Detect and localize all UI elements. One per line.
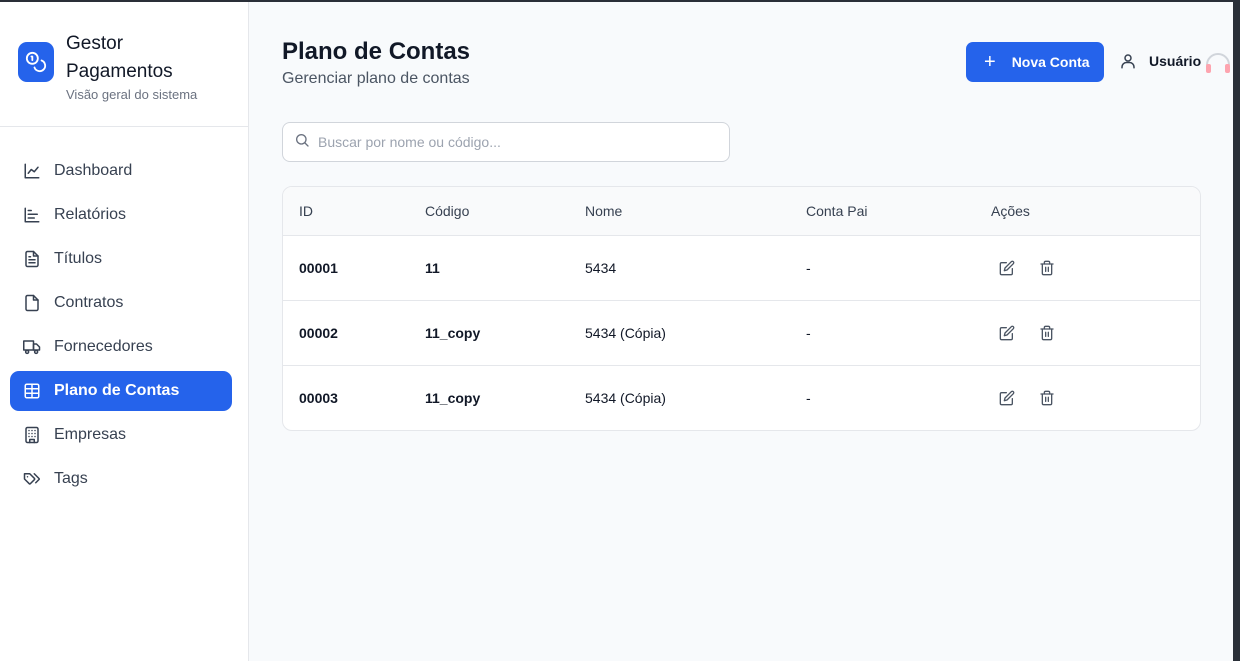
chart-line-icon xyxy=(22,161,42,181)
sidebar-item-label: Empresas xyxy=(54,426,127,443)
file-icon xyxy=(22,293,42,313)
column-header-id: ID xyxy=(299,203,313,219)
main-content: Plano de Contas Gerenciar plano de conta… xyxy=(249,2,1233,661)
sidebar-item-contratos[interactable]: Contratos xyxy=(10,283,232,323)
file-text-icon xyxy=(22,249,42,269)
truck-icon xyxy=(22,337,42,357)
coins-icon xyxy=(18,42,54,82)
table-header: ID Código Nome Conta Pai Ações xyxy=(283,187,1200,236)
sidebar-item-label: Fornecedores xyxy=(54,338,153,355)
new-account-button[interactable]: + Nova Conta xyxy=(966,42,1104,82)
sidebar-item-label: Dashboard xyxy=(54,162,133,179)
table-row: 00002 11_copy 5434 (Cópia) - xyxy=(283,301,1200,366)
sidebar: Gestor Pagamentos Visão geral do sistema… xyxy=(0,2,249,661)
table-row: 00003 11_copy 5434 (Cópia) - xyxy=(283,366,1200,430)
column-header-acoes: Ações xyxy=(991,203,1030,219)
page-title: Plano de Contas xyxy=(282,38,471,65)
trash-icon[interactable] xyxy=(1033,384,1061,412)
tags-icon xyxy=(22,469,42,489)
cell-id: 00002 xyxy=(299,325,338,341)
sidebar-item-relatorios[interactable]: Relatórios xyxy=(10,195,232,235)
sidebar-item-fornecedores[interactable]: Fornecedores xyxy=(10,327,232,367)
brand-title: Gestor Pagamentos xyxy=(66,33,173,82)
sidebar-item-label: Títulos xyxy=(54,250,103,267)
search-input[interactable] xyxy=(318,134,698,150)
cell-nome: 5434 (Cópia) xyxy=(585,390,666,406)
accounts-table: ID Código Nome Conta Pai Ações 00001 11 … xyxy=(282,186,1201,431)
sidebar-nav: Dashboard Relatórios Títulos Contratos F… xyxy=(0,127,248,499)
search-icon xyxy=(294,132,310,153)
sidebar-item-dashboard[interactable]: Dashboard xyxy=(10,151,232,191)
cell-conta-pai: - xyxy=(806,390,811,406)
cell-id: 00003 xyxy=(299,390,338,406)
sidebar-item-tags[interactable]: Tags xyxy=(10,459,232,499)
table-row: 00001 11 5434 - xyxy=(283,236,1200,301)
brand-header: Gestor Pagamentos Visão geral do sistema xyxy=(0,2,248,127)
chart-bar-icon xyxy=(22,205,42,225)
search-box xyxy=(282,122,730,162)
user-label: Usuário xyxy=(1149,53,1202,69)
user-menu[interactable]: Usuário xyxy=(1119,52,1201,70)
edit-icon[interactable] xyxy=(993,254,1021,282)
cell-nome: 5434 xyxy=(585,260,617,276)
cell-nome: 5434 (Cópia) xyxy=(585,325,666,341)
plus-icon: + xyxy=(984,51,996,73)
headset-icon[interactable] xyxy=(1203,47,1233,82)
cell-codigo: 11_copy xyxy=(425,390,481,406)
sidebar-item-label: Plano de Contas xyxy=(54,382,180,399)
cell-conta-pai: - xyxy=(806,260,811,276)
cell-codigo: 11_copy xyxy=(425,325,481,341)
edit-icon[interactable] xyxy=(993,384,1021,412)
sidebar-item-plano-de-contas[interactable]: Plano de Contas xyxy=(10,371,232,411)
sidebar-item-label: Tags xyxy=(54,470,88,487)
sidebar-item-label: Contratos xyxy=(54,294,124,311)
user-icon xyxy=(1119,52,1137,70)
cell-conta-pai: - xyxy=(806,325,811,341)
brand-subtitle: Visão geral do sistema xyxy=(66,87,198,102)
sidebar-item-empresas[interactable]: Empresas xyxy=(10,415,232,455)
page-subtitle: Gerenciar plano de contas xyxy=(282,70,470,87)
sidebar-item-label: Relatórios xyxy=(54,206,127,223)
sidebar-item-titulos[interactable]: Títulos xyxy=(10,239,232,279)
edit-icon[interactable] xyxy=(993,319,1021,347)
trash-icon[interactable] xyxy=(1033,319,1061,347)
building-icon xyxy=(22,425,42,445)
cell-id: 00001 xyxy=(299,260,338,276)
column-header-nome: Nome xyxy=(585,203,623,219)
new-account-label: Nova Conta xyxy=(1011,54,1090,70)
cell-codigo: 11 xyxy=(425,260,440,276)
trash-icon[interactable] xyxy=(1033,254,1061,282)
column-header-codigo: Código xyxy=(425,203,470,219)
column-header-conta-pai: Conta Pai xyxy=(806,203,868,219)
app-window: Gestor Pagamentos Visão geral do sistema… xyxy=(0,2,1233,661)
table-icon xyxy=(22,381,42,401)
